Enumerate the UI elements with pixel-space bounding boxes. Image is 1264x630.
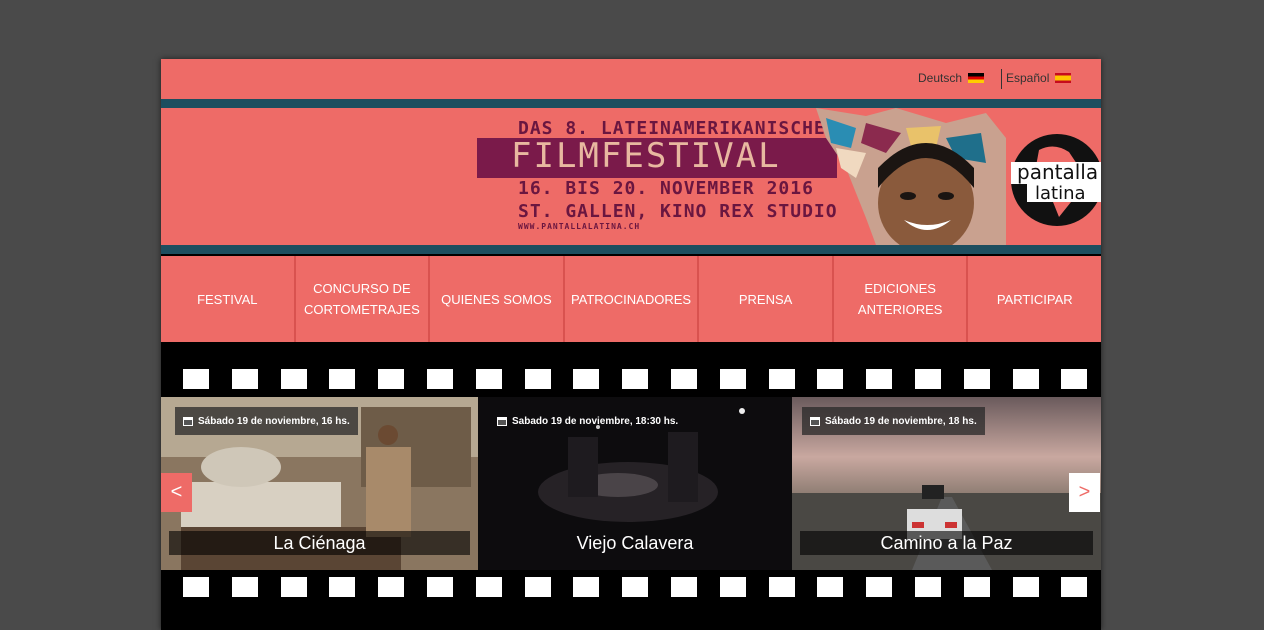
calendar-icon — [497, 417, 507, 426]
film-perforation — [866, 577, 893, 597]
film-perforation — [329, 577, 356, 597]
film-perforation — [524, 577, 551, 597]
film-perforation — [915, 369, 941, 389]
slide-title: Camino a la Paz — [800, 531, 1093, 555]
festival-banner[interactable]: DAS 8. LATEINAMERIKANISCHE FILMFESTIVAL … — [161, 108, 1101, 245]
nav-item-festival[interactable]: FESTIVAL — [161, 256, 296, 342]
nav-item-quienes-somos[interactable]: QUIENES SOMOS — [430, 256, 565, 342]
film-perforation — [231, 577, 258, 597]
slide-title: La Ciénaga — [169, 531, 470, 555]
film-perforation — [231, 369, 258, 389]
slide-date: Sábado 19 de noviembre, 16 hs. — [198, 415, 350, 427]
film-perforation — [1061, 369, 1088, 389]
film-carousel: Sábado 19 de noviembre, 16 hs. La Ciénag… — [161, 397, 1101, 570]
film-perforation — [963, 369, 990, 389]
film-perforation — [427, 577, 453, 597]
nav-item-ediciones-anteriores[interactable]: EDICIONES ANTERIORES — [834, 256, 969, 342]
slide-date: Sábado 19 de noviembre, 18 hs. — [825, 415, 977, 427]
film-perforation — [1012, 369, 1039, 389]
film-perforation — [817, 369, 844, 389]
carousel-prev-button[interactable]: < — [161, 473, 192, 512]
language-espanol-label: Español — [1006, 71, 1050, 85]
film-perforation — [280, 577, 307, 597]
film-perforation — [280, 369, 307, 389]
film-perforation — [671, 369, 697, 389]
film-perforation — [427, 369, 453, 389]
language-espanol-link[interactable]: Español — [1006, 71, 1072, 85]
slide-date: Sabado 19 de noviembre, 18:30 hs. — [512, 415, 679, 427]
banner-title: FILMFESTIVAL — [511, 136, 781, 176]
banner-face-artwork — [816, 108, 1006, 245]
banner-top-stripe — [161, 99, 1101, 108]
film-perforation — [378, 577, 405, 597]
film-perforation — [329, 369, 356, 389]
film-perforation — [475, 577, 502, 597]
film-perforation — [671, 577, 697, 597]
film-perforation — [1012, 577, 1039, 597]
banner-dates: 16. BIS 20. NOVEMBER 2016 — [518, 178, 814, 199]
nav-item-prensa[interactable]: PRENSA — [699, 256, 834, 342]
page: Deutsch Español DAS 8. LATEINAMERIKANISC… — [161, 59, 1101, 630]
film-perforation — [622, 577, 649, 597]
film-perforation — [866, 369, 893, 389]
language-deutsch-link[interactable]: Deutsch — [918, 71, 985, 85]
nav-item-concurso[interactable]: CONCURSO DE CORTOMETRAJES — [296, 256, 431, 342]
film-perforation — [719, 577, 746, 597]
film-perforation — [378, 369, 405, 389]
carousel-slide[interactable]: Sábado 19 de noviembre, 16 hs. La Ciénag… — [161, 397, 478, 570]
film-perforation — [1061, 577, 1088, 597]
logo-text-pantalla: pantalla — [1017, 160, 1098, 184]
slide-date-badge: Sábado 19 de noviembre, 18 hs. — [802, 407, 985, 435]
carousel-slide[interactable]: Sabado 19 de noviembre, 18:30 hs. Viejo … — [478, 397, 792, 570]
language-divider — [1001, 69, 1002, 89]
banner-venue: ST. GALLEN, KINO REX STUDIO — [518, 201, 838, 222]
film-perforation — [475, 369, 502, 389]
spanish-flag-icon — [1055, 73, 1072, 83]
language-deutsch-label: Deutsch — [918, 71, 963, 85]
carousel-next-button[interactable]: > — [1069, 473, 1100, 512]
film-holes-top — [183, 369, 1101, 389]
slide-title: Viejo Calavera — [576, 532, 694, 553]
language-bar: Deutsch Español — [161, 59, 1101, 99]
film-perforation — [183, 369, 209, 389]
german-flag-icon — [968, 73, 985, 83]
film-perforation — [817, 577, 844, 597]
slide-date-badge: Sabado 19 de noviembre, 18:30 hs. — [489, 407, 686, 435]
banner-bottom-stripe — [161, 245, 1101, 254]
banner-url: WWW.PANTALLALATINA.CH — [518, 222, 641, 231]
film-perforation — [524, 369, 551, 389]
film-perforation — [768, 369, 795, 389]
film-perforation — [768, 577, 795, 597]
film-perforation — [915, 577, 941, 597]
nav-item-participar[interactable]: PARTICIPAR — [968, 256, 1101, 342]
film-perforation — [963, 577, 990, 597]
film-perforation — [183, 577, 209, 597]
film-perforation — [622, 369, 649, 389]
film-perforation — [719, 369, 746, 389]
nav-item-patrocinadores[interactable]: PATROCINADORES — [565, 256, 700, 342]
film-holes-bottom — [183, 577, 1101, 597]
carousel-slide[interactable]: Sábado 19 de noviembre, 18 hs. Camino a … — [792, 397, 1101, 570]
logo-text-latina: latina — [1035, 183, 1086, 204]
calendar-icon — [183, 417, 193, 426]
pantalla-latina-logo[interactable]: pantalla latina — [1009, 132, 1101, 228]
film-perforation — [573, 577, 600, 597]
film-perforation — [573, 369, 600, 389]
main-navigation: FESTIVAL CONCURSO DE CORTOMETRAJES QUIEN… — [161, 256, 1101, 342]
slide-date-badge: Sábado 19 de noviembre, 16 hs. — [175, 407, 358, 435]
calendar-icon — [810, 417, 820, 426]
